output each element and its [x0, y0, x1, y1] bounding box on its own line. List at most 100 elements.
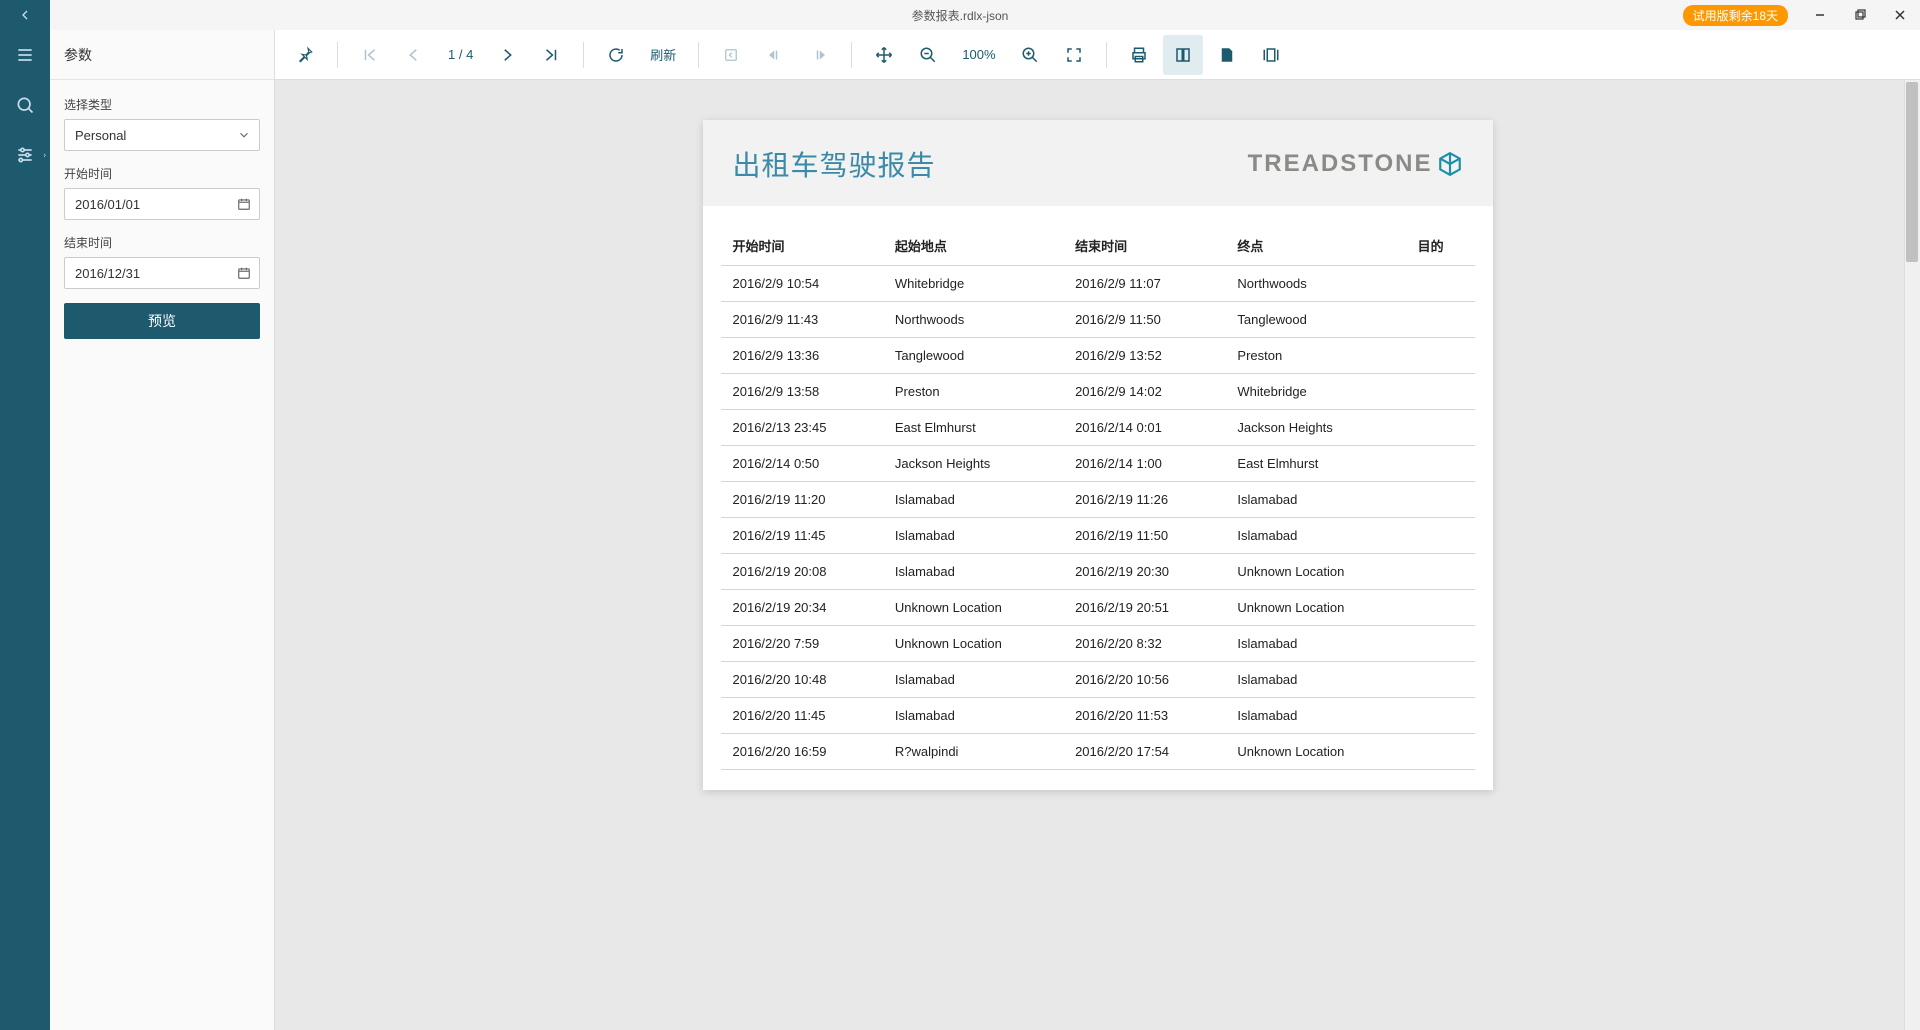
parameters-panel: 参数 选择类型 Personal 开始时间 2016/01/01 结束时间 20…	[50, 30, 275, 1030]
table-cell: 2016/2/13 23:45	[721, 410, 883, 446]
table-cell: 2016/2/20 11:45	[721, 698, 883, 734]
table-cell: Northwoods	[1225, 266, 1405, 302]
table-cell: Preston	[883, 374, 1063, 410]
zoom-in-button[interactable]	[1010, 35, 1050, 75]
end-label: 结束时间	[64, 234, 260, 251]
table-cell: Unknown Location	[1225, 590, 1405, 626]
table-cell: 2016/2/20 10:48	[721, 662, 883, 698]
step-fwd-button[interactable]	[799, 35, 839, 75]
report-viewport[interactable]: 出租车驾驶报告 TREADSTONE 开始时间起始地点结束时间终点目的 2016…	[275, 80, 1920, 1030]
table-row: 2016/2/9 10:54Whitebridge2016/2/9 11:07N…	[721, 266, 1475, 302]
table-cell	[1406, 446, 1475, 482]
prev-page-button[interactable]	[394, 35, 434, 75]
table-cell: East Elmhurst	[883, 410, 1063, 446]
table-row: 2016/2/9 11:43Northwoods2016/2/9 11:50Ta…	[721, 302, 1475, 338]
first-page-button[interactable]	[350, 35, 390, 75]
separator	[698, 42, 699, 68]
table-cell	[1406, 482, 1475, 518]
start-date-input[interactable]: 2016/01/01	[64, 188, 260, 220]
table-row: 2016/2/19 20:08Islamabad2016/2/19 20:30U…	[721, 554, 1475, 590]
table-cell	[1406, 554, 1475, 590]
page-indicator: 1 / 4	[438, 47, 483, 62]
table-row: 2016/2/20 10:48Islamabad2016/2/20 10:56I…	[721, 662, 1475, 698]
table-cell: Whitebridge	[883, 266, 1063, 302]
settings-button[interactable]: ›	[0, 130, 50, 180]
pin-button[interactable]	[285, 35, 325, 75]
table-cell	[1406, 662, 1475, 698]
table-cell: 2016/2/19 20:30	[1063, 554, 1225, 590]
table-row: 2016/2/19 11:20Islamabad2016/2/19 11:26I…	[721, 482, 1475, 518]
table-cell: 2016/2/19 11:45	[721, 518, 883, 554]
refresh-button[interactable]	[596, 35, 636, 75]
table-cell	[1406, 374, 1475, 410]
continuous-page-button[interactable]	[1207, 35, 1247, 75]
table-cell: 2016/2/19 11:50	[1063, 518, 1225, 554]
table-row: 2016/2/20 7:59Unknown Location2016/2/20 …	[721, 626, 1475, 662]
table-cell: Islamabad	[1225, 698, 1405, 734]
maximize-button[interactable]	[1840, 0, 1880, 30]
trial-badge: 试用版剩余18天	[1683, 5, 1788, 26]
close-button[interactable]	[1880, 0, 1920, 30]
table-cell: 2016/2/19 20:08	[721, 554, 883, 590]
table-cell: 2016/2/9 11:50	[1063, 302, 1225, 338]
scrollbar[interactable]	[1904, 80, 1920, 1030]
type-label: 选择类型	[64, 96, 260, 113]
step-back-button[interactable]	[755, 35, 795, 75]
table-row: 2016/2/13 23:45East Elmhurst2016/2/14 0:…	[721, 410, 1475, 446]
table-cell: 2016/2/9 11:43	[721, 302, 883, 338]
single-page-button[interactable]	[1163, 35, 1203, 75]
start-label: 开始时间	[64, 165, 260, 182]
table-cell: Unknown Location	[883, 590, 1063, 626]
panel-title: 参数	[50, 30, 274, 80]
table-cell: Unknown Location	[1225, 734, 1405, 770]
table-row: 2016/2/9 13:36Tanglewood2016/2/9 13:52Pr…	[721, 338, 1475, 374]
table-cell: 2016/2/19 20:34	[721, 590, 883, 626]
table-cell: 2016/2/20 10:56	[1063, 662, 1225, 698]
history-back-button[interactable]	[711, 35, 751, 75]
print-button[interactable]	[1119, 35, 1159, 75]
table-cell: 2016/2/14 0:50	[721, 446, 883, 482]
table-row: 2016/2/19 20:34Unknown Location2016/2/19…	[721, 590, 1475, 626]
table-row: 2016/2/20 11:45Islamabad2016/2/20 11:53I…	[721, 698, 1475, 734]
last-page-button[interactable]	[531, 35, 571, 75]
end-date-input[interactable]: 2016/12/31	[64, 257, 260, 289]
end-date-value: 2016/12/31	[75, 266, 140, 281]
table-cell: 2016/2/20 7:59	[721, 626, 883, 662]
brand-logo: TREADSTONE	[1248, 150, 1463, 178]
table-row: 2016/2/20 16:59R?walpindi2016/2/20 17:54…	[721, 734, 1475, 770]
table-cell: 2016/2/9 13:36	[721, 338, 883, 374]
zoom-label[interactable]: 100%	[952, 47, 1005, 62]
move-button[interactable]	[864, 35, 904, 75]
table-cell	[1406, 338, 1475, 374]
table-header: 开始时间	[721, 206, 883, 266]
minimize-button[interactable]	[1800, 0, 1840, 30]
report-page: 出租车驾驶报告 TREADSTONE 开始时间起始地点结束时间终点目的 2016…	[703, 120, 1493, 790]
table-cell: Islamabad	[883, 518, 1063, 554]
gallery-button[interactable]	[1251, 35, 1291, 75]
separator	[1106, 42, 1107, 68]
window-title: 参数报表.rdlx-json	[912, 7, 1009, 24]
table-cell: East Elmhurst	[1225, 446, 1405, 482]
back-button[interactable]	[0, 0, 50, 30]
fullscreen-button[interactable]	[1054, 35, 1094, 75]
table-cell: 2016/2/9 13:58	[721, 374, 883, 410]
menu-button[interactable]	[0, 30, 50, 80]
preview-button[interactable]: 预览	[64, 303, 260, 339]
table-header: 结束时间	[1063, 206, 1225, 266]
chevron-right-icon: ›	[43, 151, 46, 160]
scrollbar-thumb[interactable]	[1906, 82, 1918, 262]
table-cell: Tanglewood	[1225, 302, 1405, 338]
viewer-toolbar: 1 / 4 刷新 100%	[275, 30, 1920, 80]
table-cell: 2016/2/19 11:20	[721, 482, 883, 518]
zoom-out-button[interactable]	[908, 35, 948, 75]
type-select[interactable]: Personal	[64, 119, 260, 151]
table-cell	[1406, 266, 1475, 302]
table-cell: Islamabad	[1225, 482, 1405, 518]
table-cell: 2016/2/20 8:32	[1063, 626, 1225, 662]
search-button[interactable]	[0, 80, 50, 130]
table-cell: Islamabad	[883, 554, 1063, 590]
table-cell	[1406, 698, 1475, 734]
cube-icon	[1437, 151, 1463, 177]
next-page-button[interactable]	[487, 35, 527, 75]
table-cell: 2016/2/14 0:01	[1063, 410, 1225, 446]
